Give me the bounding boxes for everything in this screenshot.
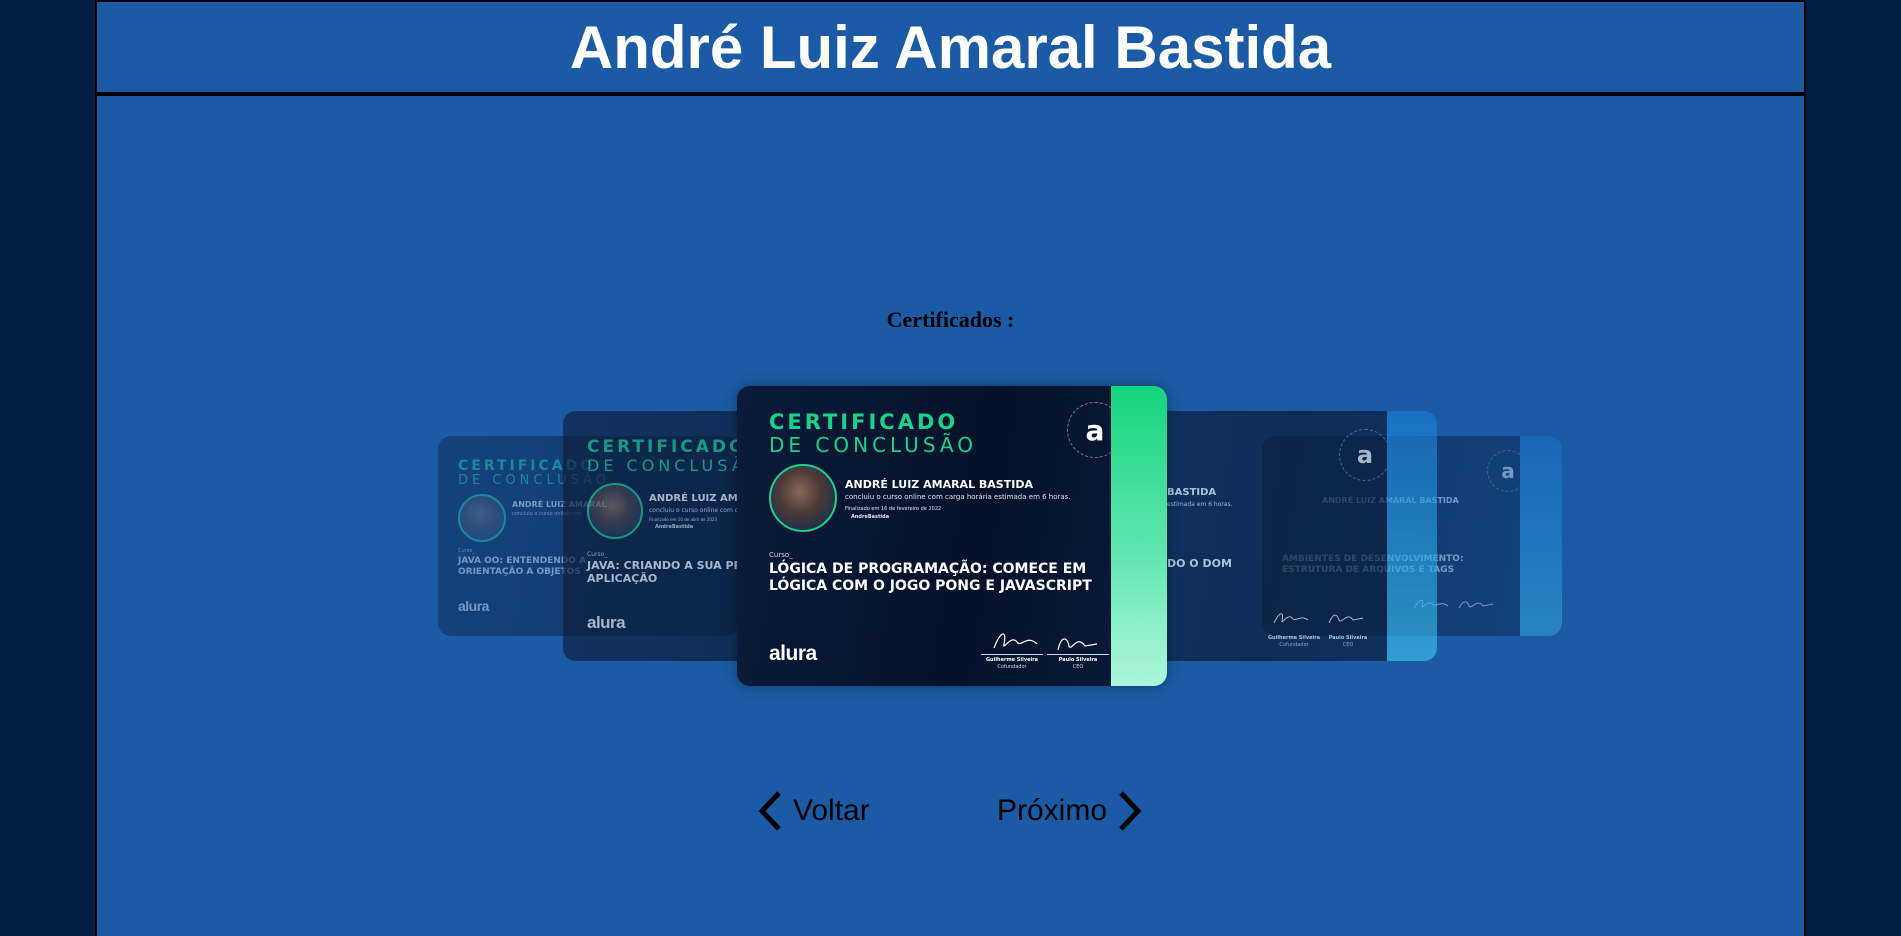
certificate-course-label: Curso_ (458, 548, 475, 554)
certificate-course-label: Curso_ (769, 551, 793, 559)
signer-role: CEO (1342, 642, 1354, 648)
prev-button[interactable]: Voltar (757, 786, 870, 836)
signature-icon (1328, 614, 1364, 624)
alura-badge-icon: a (1339, 429, 1391, 481)
signer-name: Paulo Silveira (1058, 657, 1098, 663)
chevron-right-icon (1119, 791, 1142, 831)
certificate-avatar (458, 494, 506, 542)
certificate-avatar (769, 464, 837, 532)
alura-logo: alura (458, 598, 489, 614)
signer-role: Cofundador (997, 664, 1027, 670)
page-title: André Luiz Amaral Bastida (569, 13, 1332, 81)
page-frame: André Luiz Amaral Bastida Certificados :… (95, 0, 1806, 936)
signer-name: Guilherme Silveira (1267, 635, 1321, 641)
next-button-label: Próximo (997, 794, 1108, 827)
certificate-accent-stripe (1520, 436, 1562, 636)
signer-role: CEO (1072, 664, 1084, 670)
next-button[interactable]: Próximo (997, 786, 1143, 836)
certificate-avatar (587, 483, 643, 539)
signer-name: Guilherme Silveira (985, 657, 1039, 663)
certificate-course-label: Curso_ (587, 551, 608, 558)
signature-icon (1273, 613, 1309, 624)
certificate-heading: CERTIFICADO (769, 410, 959, 434)
certificate-course-title: DO O DOM (1167, 557, 1232, 570)
alura-logo: alura (587, 613, 626, 632)
certificate-heading: CERTIFICADO (587, 437, 747, 457)
signer-name: Paulo Silveira (1328, 635, 1368, 641)
signature-line (1047, 654, 1109, 655)
certificate-accent-stripe (1387, 411, 1437, 661)
certificates-heading: Certificados : (886, 307, 1015, 332)
page-header: André Luiz Amaral Bastida (97, 0, 1804, 96)
alura-logo: alura (769, 642, 817, 665)
certificate-date: Finalizado em 10 de abril de 2023 (649, 517, 717, 522)
certificate-accent-stripe (1111, 386, 1167, 686)
signature-line (981, 654, 1043, 655)
chevron-left-icon (758, 791, 781, 831)
certificate-subtitle: estimada em 6 horas. (1167, 501, 1233, 508)
certificate-subheading: DE CONCLUSÃO (769, 433, 977, 457)
certificate-student-name: BASTIDA (1167, 487, 1217, 498)
signature-icon (1057, 638, 1098, 651)
certificate-student-name: ANDRÉ LUIZ AMARAL BASTIDA (845, 478, 1033, 491)
certificate-subtitle: concluiu o curso online com carga horári… (845, 493, 1071, 501)
certificate-handle: AndreBastida (851, 514, 890, 520)
certificate-date: Finalizado em 16 de fevereiro de 2022 (845, 506, 942, 512)
certificate-course-title: LÓGICA DE PROGRAMAÇÃO: COMECE EM LÓGICA … (769, 561, 1092, 594)
certificate-card-active[interactable]: CERTIFICADO DE CONCLUSÃO ANDRÉ LUIZ AMAR… (737, 386, 1167, 686)
signature-icon (1458, 601, 1494, 609)
certificate-handle: AndreBastida (655, 524, 694, 530)
signature-icon (993, 633, 1038, 649)
prev-button-label: Voltar (793, 794, 870, 827)
signer-role: Cofundador (1279, 642, 1309, 648)
